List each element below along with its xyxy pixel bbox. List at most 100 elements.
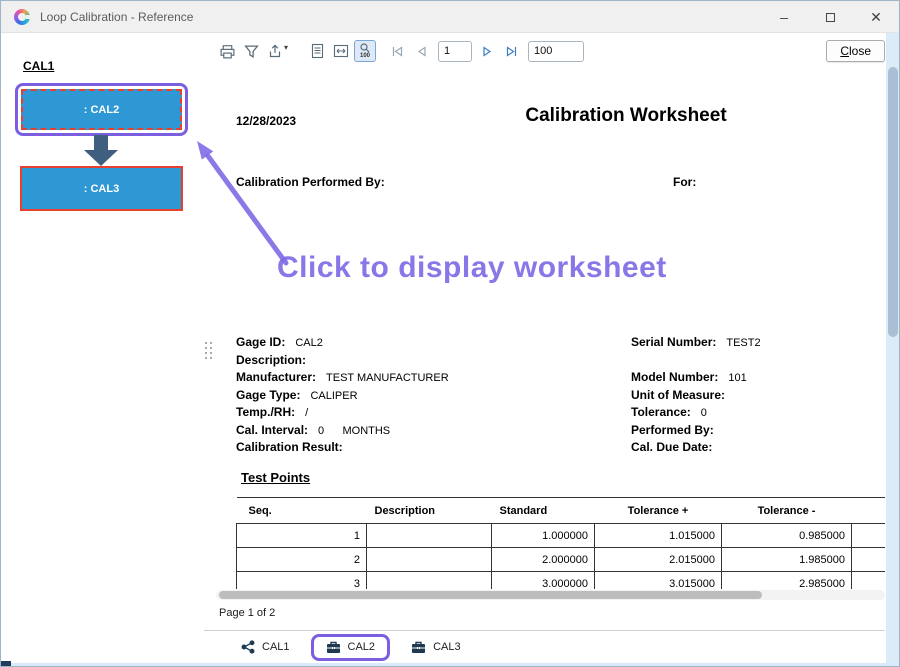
minimize-icon: –: [780, 9, 788, 25]
info-row: Cal. Interval: 0 MONTHS Performed By:: [236, 423, 885, 441]
window-vertical-scrollbar[interactable]: [886, 33, 900, 663]
table-row: 3 3.000000 3.015000 2.985000: [237, 572, 886, 590]
info-row: Gage Type: CALIPER Unit of Measure:: [236, 388, 885, 406]
field-value: CALIPER: [310, 390, 357, 402]
cell-tolerance-plus: 2.015000: [595, 548, 722, 572]
export-button[interactable]: [264, 40, 286, 62]
cell-standard: 3.000000: [492, 572, 595, 590]
funnel-icon: [244, 44, 259, 59]
export-dropdown-caret-icon[interactable]: ▾: [284, 43, 288, 52]
field-value: 101: [728, 372, 746, 384]
loop-share-icon: [241, 640, 255, 654]
maximize-button[interactable]: [807, 1, 853, 33]
cell-tolerance-plus: 1.015000: [595, 524, 722, 548]
cell-standard: 1.000000: [492, 524, 595, 548]
zoom-100-button[interactable]: 100: [354, 40, 376, 62]
info-row: Calibration Result: Cal. Due Date:: [236, 440, 885, 458]
field-label: Serial Number:: [631, 335, 716, 349]
last-page-button[interactable]: [500, 40, 522, 62]
field-label: Temp./RH:: [236, 405, 295, 419]
cell-description: [367, 548, 492, 572]
cell-tolerance-minus: 0.985000: [722, 524, 852, 548]
window-controls: – ✕: [761, 1, 899, 33]
col-header-stub: [852, 498, 886, 524]
field-label: Gage ID:: [236, 335, 285, 349]
loop-root-label: CAL1: [23, 59, 54, 73]
prev-page-icon: [415, 45, 428, 58]
for-label: For:: [673, 175, 696, 189]
field-value: TEST MANUFACTURER: [326, 372, 449, 384]
field-label: Description:: [236, 353, 306, 367]
field-label: Unit of Measure:: [631, 388, 725, 402]
cell-stub: [852, 524, 886, 548]
close-icon: ✕: [870, 9, 882, 26]
maximize-icon: [826, 13, 835, 22]
export-icon: [267, 43, 283, 59]
node-cal3[interactable]: : CAL3: [20, 166, 183, 211]
worksheet-icon: [326, 641, 341, 654]
worksheet-icon: [411, 641, 426, 654]
info-row: Gage ID:CAL2 Serial Number:TEST2: [236, 335, 885, 353]
prev-page-button[interactable]: [410, 40, 432, 62]
field-value: 0 MONTHS: [318, 425, 390, 437]
cell-tolerance-plus: 3.015000: [595, 572, 722, 590]
info-row: Manufacturer:TEST MANUFACTURER Model Num…: [236, 370, 885, 388]
cell-seq: 2: [237, 548, 367, 572]
worksheet-tabbar: CAL1 CAL2 CAL3: [204, 630, 885, 663]
printer-icon: [219, 43, 236, 60]
page-width-button[interactable]: [330, 40, 352, 62]
field-label: Cal. Interval:: [236, 423, 308, 437]
next-page-icon: [481, 45, 494, 58]
cell-stub: [852, 548, 886, 572]
tab-cal2[interactable]: CAL2: [311, 634, 391, 661]
magnifier-icon: [360, 43, 370, 53]
print-button[interactable]: [216, 40, 238, 62]
test-points-title: Test Points: [241, 470, 310, 485]
cell-description: [367, 524, 492, 548]
node-cal2-highlight: : CAL2: [15, 83, 188, 136]
tab-label: CAL2: [348, 641, 376, 653]
close-button[interactable]: Close: [826, 40, 885, 62]
cell-seq: 1: [237, 524, 367, 548]
single-page-view-button[interactable]: [306, 40, 328, 62]
report-toolbar: ▾ 100 Close: [216, 38, 885, 64]
test-points-table: Seq. Description Standard Tolerance + To…: [236, 497, 885, 589]
node-cal2[interactable]: : CAL2: [21, 89, 182, 130]
title-bar: Loop Calibration - Reference – ✕: [1, 1, 899, 33]
page-width-icon: [333, 43, 349, 59]
window-horizontal-scrollbar[interactable]: [1, 663, 900, 667]
window-title: Loop Calibration - Reference: [40, 10, 193, 24]
minimize-button[interactable]: –: [761, 1, 807, 33]
close-window-button[interactable]: ✕: [853, 1, 899, 33]
report-horizontal-scrollbar[interactable]: [216, 590, 885, 600]
gage-info-section: Gage ID:CAL2 Serial Number:TEST2 Descrip…: [236, 335, 885, 458]
report-horizontal-scrollbar-thumb[interactable]: [219, 591, 762, 599]
page-icon: [310, 43, 325, 59]
col-header-tolerance-plus: Tolerance +: [595, 498, 722, 524]
field-label: Gage Type:: [236, 388, 300, 402]
first-page-button[interactable]: [386, 40, 408, 62]
panel-splitter-grip[interactable]: [203, 340, 213, 360]
field-label: Manufacturer:: [236, 370, 316, 384]
tab-cal1[interactable]: CAL1: [226, 633, 305, 661]
filter-button[interactable]: [240, 40, 262, 62]
field-value: TEST2: [726, 337, 760, 349]
info-row: Description:: [236, 353, 885, 371]
table-row: 1 1.000000 1.015000 0.985000: [237, 524, 886, 548]
field-label: Performed By:: [631, 423, 714, 437]
cell-stub: [852, 572, 886, 590]
next-page-button[interactable]: [476, 40, 498, 62]
cell-standard: 2.000000: [492, 548, 595, 572]
field-value: 0: [701, 407, 707, 419]
tab-cal3[interactable]: CAL3: [396, 634, 476, 661]
window-horizontal-scrollbar-thumb[interactable]: [1, 661, 11, 667]
window-vertical-scrollbar-thumb[interactable]: [888, 67, 898, 337]
col-header-seq: Seq.: [237, 498, 367, 524]
field-value: /: [305, 407, 308, 419]
field-label: Tolerance:: [631, 405, 691, 419]
zoom-input[interactable]: [528, 41, 584, 62]
first-page-icon: [391, 45, 404, 58]
col-header-standard: Standard: [492, 498, 595, 524]
page-number-input[interactable]: [438, 41, 472, 62]
cell-description: [367, 572, 492, 590]
